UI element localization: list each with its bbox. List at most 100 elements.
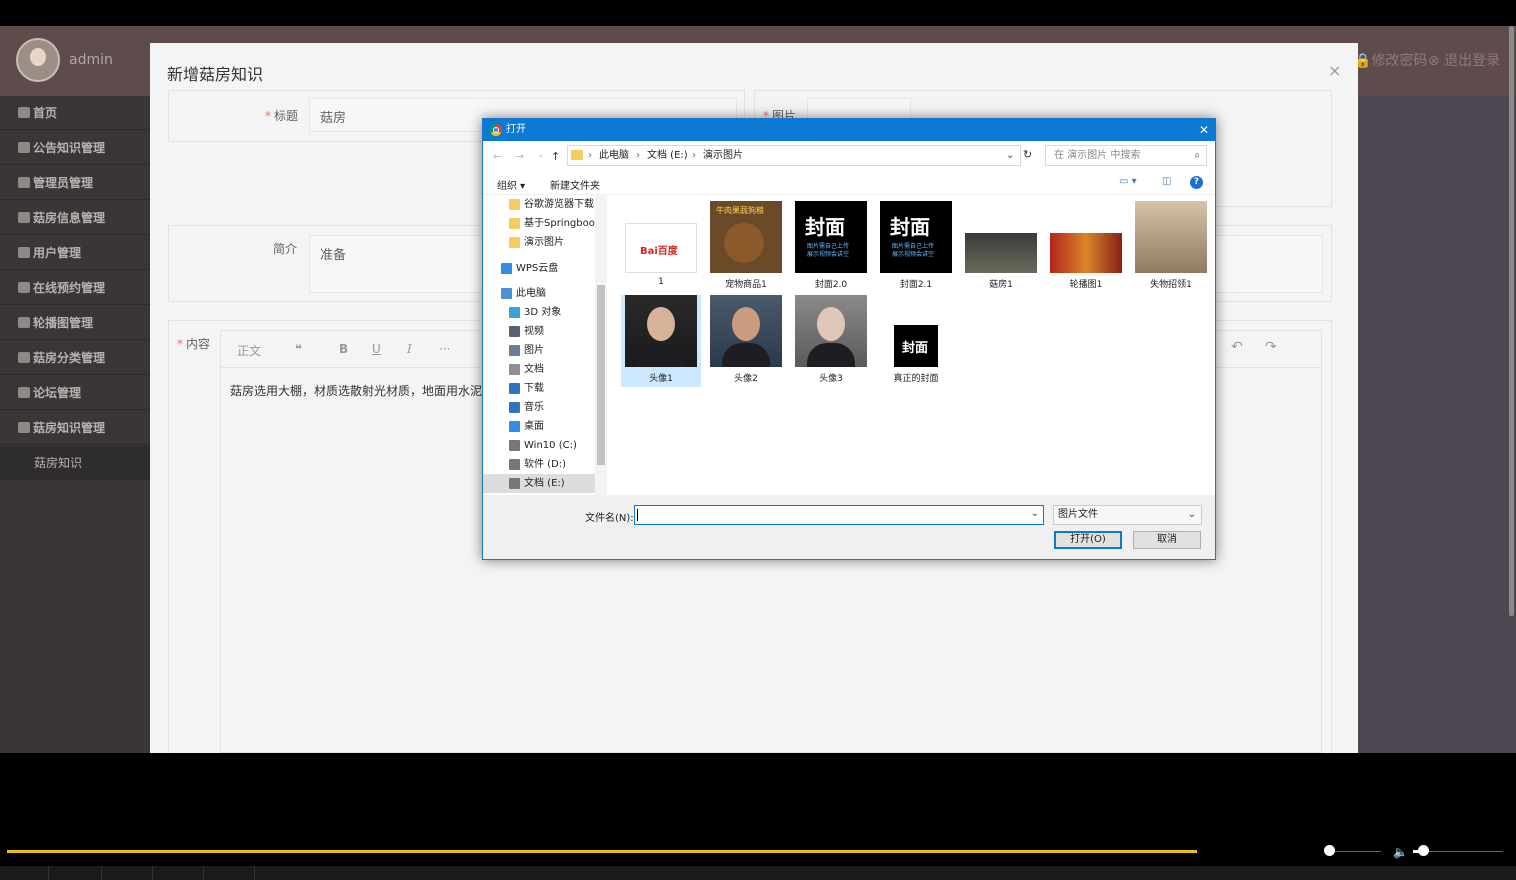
filetype-select[interactable]: 图片文件 ⌄ (1053, 505, 1202, 525)
folder-icon (501, 263, 512, 274)
nav-pane-label: 图片 (524, 345, 544, 356)
sidebar-item[interactable]: 管理员管理 (0, 166, 150, 200)
breadcrumb-folder[interactable]: 演示图片 (703, 146, 743, 165)
filetype-value: 图片文件 (1058, 509, 1098, 520)
file-item[interactable]: Bai百度 1 (621, 201, 701, 293)
nav-pane-item[interactable]: 3D 对象 (483, 303, 595, 322)
nav-pane-item[interactable]: 谷歌游览器下载 (483, 195, 595, 214)
file-name: 1 (658, 277, 664, 287)
folder-icon (509, 402, 520, 413)
sidebar-item[interactable]: 在线预约管理 (0, 271, 150, 305)
nav-pane-item[interactable]: 音乐 (483, 398, 595, 417)
sidebar-item[interactable]: 菇房信息管理 (0, 201, 150, 235)
nav-pane-item[interactable]: 文档 (E:) (483, 474, 595, 493)
breadcrumb-this-pc[interactable]: 此电脑 (599, 146, 629, 165)
cover-thumbnail-subtext: 图片需自己上传 展示视频会讲空 (892, 243, 935, 258)
nav-pane-item[interactable]: 下载 (483, 379, 595, 398)
organize-button[interactable]: 组织 ▾ (497, 177, 525, 192)
progress-handle[interactable] (1324, 845, 1335, 856)
sidebar-item[interactable]: 用户管理 (0, 236, 150, 270)
file-item[interactable]: 失物招领1 (1131, 201, 1211, 293)
underline-icon[interactable]: U (372, 342, 381, 356)
volume-handle[interactable] (1417, 845, 1429, 856)
file-item[interactable]: 图片需自己上传 展示视频会讲空 封面 封面2.0 (791, 201, 871, 293)
nav-pane-item[interactable]: WPS云盘 (483, 259, 595, 278)
search-placeholder: 在 演示图片 中搜索 (1054, 150, 1141, 161)
file-item[interactable]: 菇房1 (961, 201, 1041, 293)
file-item[interactable]: 牛肉果蔬狗粮 宠物商品1 (706, 201, 786, 293)
open-button[interactable]: 打开(O) (1054, 531, 1122, 549)
navigation-pane: 文档 (E:) 软件 (D:) Win10 (C:) 桌面 音乐 下载 文档 图片 视频 3D 对… (483, 195, 607, 495)
menu-icon (18, 177, 30, 188)
sidebar-subitem[interactable]: 菇房知识 (0, 446, 150, 480)
nav-pane-item[interactable]: 软件 (D:) (483, 455, 595, 474)
modal-close-button[interactable]: × (1328, 61, 1341, 80)
file-item[interactable]: 头像2 (706, 295, 786, 387)
nav-pane-item[interactable]: 基于Springboo (483, 214, 595, 233)
sidebar-item[interactable]: 菇房分类管理 (0, 341, 150, 375)
file-item[interactable]: 轮播图1 (1046, 201, 1126, 293)
undo-icon[interactable]: ↶ (1231, 339, 1243, 355)
dialog-titlebar[interactable]: 打开 ✕ (483, 119, 1215, 141)
video-controls: 🔈 (0, 753, 1516, 880)
sidebar: 首页 公告知识管理 管理员管理 菇房信息管理 用户管理在线预约管理轮播图管理 菇房分类管理… (0, 96, 150, 753)
file-item[interactable]: 头像1 (621, 295, 701, 387)
cancel-button[interactable]: 取消 (1133, 531, 1201, 549)
progress-fill[interactable] (7, 850, 1197, 853)
menu-icon (18, 107, 30, 118)
sidebar-item[interactable]: 论坛管理 (0, 376, 150, 410)
nav-scrollbar[interactable] (595, 195, 607, 495)
bold-icon[interactable]: B (339, 342, 348, 356)
logout-link[interactable]: ⊗ 退出登录 (1428, 50, 1500, 70)
nav-pane-item[interactable]: 演示图片 (483, 233, 595, 252)
italic-icon[interactable]: I (407, 342, 412, 356)
change-password-link[interactable]: 🔒修改密码 (1354, 50, 1427, 70)
cover-thumbnail-text: 封面 (902, 341, 929, 356)
nav-pane-item[interactable]: Win10 (C:) (483, 436, 595, 455)
folder-icon (509, 421, 520, 432)
breadcrumb-drive[interactable]: 文档 (E:) (647, 146, 688, 165)
nav-pane-item[interactable]: 桌面 (483, 417, 595, 436)
chevron-down-icon[interactable]: ⌄ (1031, 508, 1039, 519)
file-item[interactable]: 封面 真正的封面 (876, 295, 956, 387)
back-arrow-icon[interactable]: ← (493, 150, 502, 163)
filename-input[interactable]: ⌄ (634, 505, 1044, 525)
search-input[interactable]: 在 演示图片 中搜索 ⌕ (1045, 145, 1207, 166)
file-item[interactable]: 图片需自己上传 展示视频会讲空 封面 封面2.1 (876, 201, 956, 293)
preview-pane-icon[interactable]: ◫ (1162, 176, 1171, 187)
new-folder-button[interactable]: 新建文件夹 (550, 177, 600, 192)
command-bar: 组织 ▾ 新建文件夹 ▭ ▾ ◫ ? (483, 171, 1215, 195)
forward-arrow-icon[interactable]: → (515, 150, 524, 163)
more-icon[interactable]: ··· (439, 342, 450, 356)
nav-pane-item[interactable]: 图片 (483, 341, 595, 360)
help-icon[interactable]: ? (1190, 176, 1203, 189)
file-thumbnail (795, 295, 867, 367)
sidebar-item[interactable]: 首页 (0, 96, 150, 130)
avatar[interactable] (16, 38, 60, 82)
sidebar-item[interactable]: 公告知识管理 (0, 131, 150, 165)
file-item[interactable]: 头像3 (791, 295, 871, 387)
sidebar-item-label: 在线预约管理 (33, 281, 106, 295)
sidebar-item[interactable]: 轮播图管理 (0, 306, 150, 340)
redo-icon[interactable]: ↷ (1265, 339, 1277, 355)
volume-icon[interactable]: 🔈 (1393, 845, 1408, 859)
folder-icon (501, 288, 512, 299)
chevron-down-icon[interactable]: ⌄ (1006, 146, 1014, 165)
folder-icon (571, 150, 583, 160)
nav-pane-item[interactable]: 视频 (483, 322, 595, 341)
quote-icon[interactable]: ❝ (295, 342, 302, 356)
sidebar-item[interactable]: 菇房知识管理 (0, 411, 150, 445)
refresh-icon[interactable]: ↻ (1023, 148, 1032, 161)
nav-scroll-thumb[interactable] (597, 285, 605, 465)
up-arrow-icon[interactable]: ↑ (551, 150, 560, 163)
progress-track[interactable] (1329, 851, 1381, 852)
nav-pane-item[interactable]: 此电脑 (483, 284, 595, 303)
address-bar[interactable]: › 此电脑 › 文档 (E:) › 演示图片 ⌄ (567, 145, 1021, 166)
folder-icon (509, 459, 520, 470)
page-scrollbar[interactable] (1509, 26, 1514, 616)
paragraph-dropdown[interactable]: 正文 (237, 342, 261, 359)
dialog-close-button[interactable]: ✕ (1199, 119, 1209, 141)
nav-pane-item[interactable]: 文档 (483, 360, 595, 379)
view-options-icon[interactable]: ▭ ▾ (1119, 176, 1137, 187)
recent-dropdown-icon[interactable]: ⌄ (537, 150, 545, 160)
